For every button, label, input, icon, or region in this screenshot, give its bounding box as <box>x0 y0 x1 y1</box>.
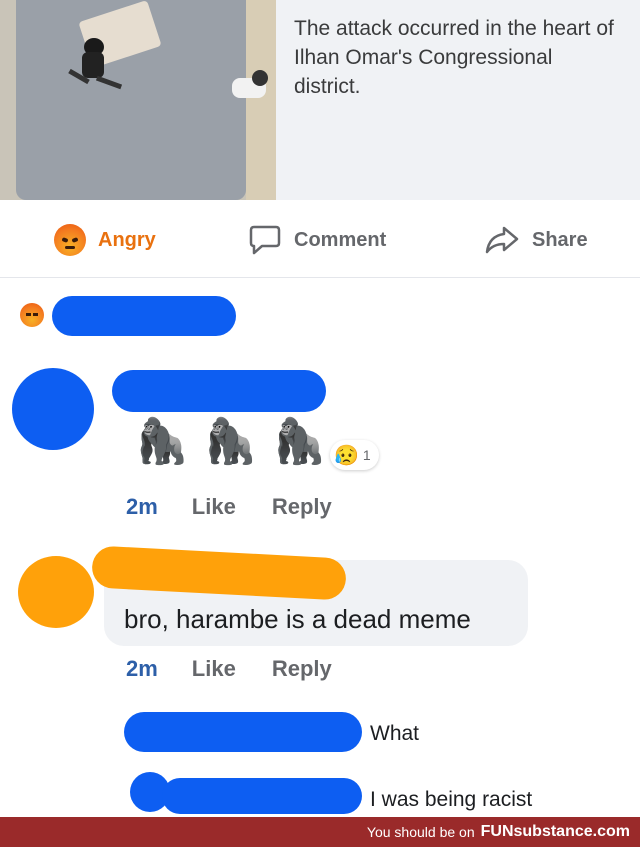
comment-button[interactable]: Comment <box>248 224 386 256</box>
comment-label: Comment <box>294 228 387 251</box>
gorilla-emoji-reply: 🦍 🦍 🦍 <box>134 412 326 472</box>
preview-image <box>0 0 276 200</box>
post-action-bar: Angry Comment Share <box>0 200 640 278</box>
angry-reaction-icon <box>20 303 44 327</box>
share-arrow-icon <box>485 226 519 254</box>
comment-time[interactable]: 2m <box>126 656 158 682</box>
like-button[interactable]: Like <box>192 494 236 520</box>
comment-bubble-icon <box>249 225 281 255</box>
redacted-reactor-name <box>52 296 236 336</box>
gorilla-emoji: 🦍 <box>271 417 327 466</box>
reply-button[interactable]: Reply <box>272 656 332 682</box>
commenter-avatar[interactable] <box>12 368 94 450</box>
redacted-reply-name <box>162 778 362 814</box>
angry-reaction-button[interactable]: Angry <box>54 224 156 256</box>
angry-face-icon <box>54 224 86 256</box>
comment-meta: 2m Like Reply <box>126 656 332 682</box>
link-preview-card[interactable]: The attack occurred in the heart of Ilha… <box>0 0 640 200</box>
watermark-footer: You should be on FUNsubstance.com <box>0 817 640 847</box>
share-label: Share <box>532 228 588 251</box>
reply-text: I was being racist <box>370 788 533 811</box>
comment-text: bro, harambe is a dead meme <box>124 604 471 634</box>
sad-face-icon: 😥 <box>334 444 359 467</box>
comment-meta: 2m Like Reply <box>126 494 332 520</box>
reply-text: What <box>370 722 420 745</box>
footer-prefix: You should be on <box>366 824 475 840</box>
like-button[interactable]: Like <box>192 656 236 682</box>
commenter-avatar[interactable] <box>18 556 94 628</box>
redacted-reply-name <box>124 712 362 752</box>
reply-button[interactable]: Reply <box>272 494 332 520</box>
preview-headline[interactable]: The attack occurred in the heart of Ilha… <box>294 14 624 101</box>
share-button[interactable]: Share <box>484 224 588 256</box>
redacted-commenter-name <box>112 370 326 412</box>
gorilla-emoji: 🦍 <box>134 417 189 466</box>
gorilla-emoji: 🦍 <box>202 417 258 466</box>
reaction-count-badge[interactable]: 😥 1 <box>330 440 379 470</box>
reaction-count: 1 <box>362 447 371 463</box>
footer-brand: FUNsubstance.com <box>480 823 630 840</box>
comment-time[interactable]: 2m <box>126 494 158 520</box>
angry-label: Angry <box>98 228 156 251</box>
